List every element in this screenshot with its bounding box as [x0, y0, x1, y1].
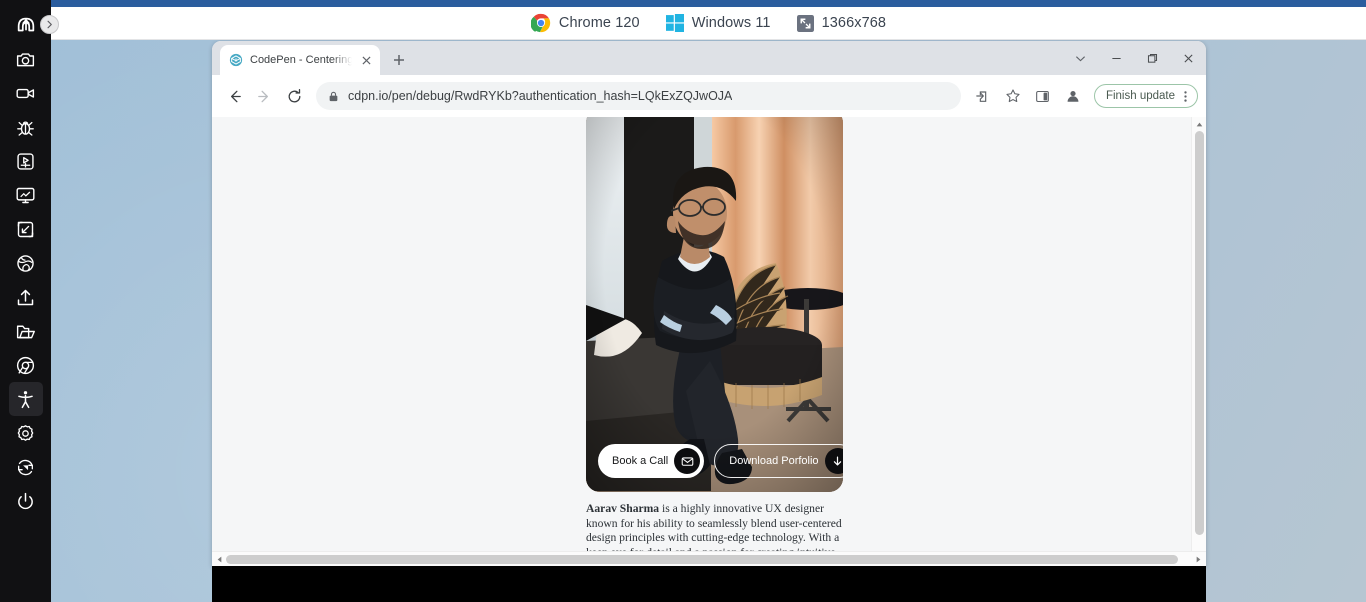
video-camera-icon [16, 88, 35, 98]
browser-info-chip: Chrome 120 [530, 13, 640, 33]
app-logo-icon [17, 17, 34, 32]
scroll-right-icon[interactable] [1191, 552, 1206, 566]
finish-update-button[interactable]: Finish update [1093, 84, 1198, 108]
scroll-left-icon[interactable] [212, 552, 227, 566]
star-icon[interactable] [999, 82, 1027, 110]
network-button[interactable] [9, 246, 43, 280]
debug-button[interactable] [9, 110, 43, 144]
download-portfolio-label: Download Porfolio [729, 455, 819, 467]
window-controls [1062, 41, 1206, 75]
hero-action-buttons: Book a Call Download Porfolio [598, 444, 843, 478]
hero-photo-card: Book a Call Download Porfolio [586, 117, 843, 492]
close-icon[interactable] [359, 53, 374, 68]
browser-info-label: Chrome 120 [558, 15, 640, 31]
book-a-call-button[interactable]: Book a Call [598, 444, 705, 478]
app-logo[interactable] [9, 8, 43, 42]
browser-window: CodePen - Centering Image in C [212, 41, 1206, 566]
portrait-photo [586, 117, 843, 492]
new-tab-button[interactable] [386, 47, 412, 73]
back-arrow-icon[interactable] [220, 82, 248, 110]
url-text[interactable]: cdpn.io/pen/debug/RwdRYKb?authentication… [348, 89, 732, 103]
vertical-scrollbar[interactable] [1191, 117, 1206, 566]
envelope-icon [674, 448, 701, 474]
upload-button[interactable] [9, 280, 43, 314]
address-bar[interactable]: cdpn.io/pen/debug/RwdRYKb?authentication… [316, 82, 961, 110]
finish-update-label: Finish update [1105, 90, 1175, 102]
display-button[interactable] [9, 178, 43, 212]
download-arrow-icon [824, 448, 843, 474]
codepen-favicon [229, 53, 243, 67]
chrome-icon [530, 13, 551, 33]
book-a-call-label: Book a Call [612, 455, 669, 467]
kebab-menu-icon[interactable] [1180, 90, 1191, 103]
browser-tab[interactable]: CodePen - Centering Image in C [220, 45, 380, 75]
close-window-icon[interactable] [1170, 41, 1206, 75]
screenshot-button[interactable] [9, 42, 43, 76]
profile-avatar-icon[interactable] [1059, 82, 1087, 110]
horizontal-scrollbar-thumb[interactable] [226, 555, 1178, 564]
bio-name: Aarav Sharma [586, 502, 660, 515]
os-info-header: Chrome 120 Windows 11 1366x768 [51, 7, 1366, 40]
files-button[interactable] [9, 314, 43, 348]
bug-icon [17, 121, 34, 136]
system-info-label: Windows 11 [691, 15, 771, 31]
record-video-button[interactable] [9, 76, 43, 110]
media-player-button[interactable] [9, 144, 43, 178]
restart-session-button[interactable] [9, 450, 43, 484]
power-icon [18, 492, 33, 509]
accessibility-button[interactable] [8, 382, 43, 416]
minimize-icon[interactable] [1098, 41, 1134, 75]
screen: Chrome 120 Windows 11 1366x768 CodePen -… [0, 0, 1366, 602]
top-accent-strip [0, 0, 1366, 7]
resize-window-button[interactable] [9, 212, 43, 246]
maximize-icon[interactable] [1134, 41, 1170, 75]
globe-icon [17, 254, 34, 272]
vertical-scrollbar-thumb[interactable] [1195, 131, 1204, 535]
share-icon[interactable] [969, 82, 997, 110]
camera-icon [16, 52, 35, 66]
chrome-icon [16, 356, 35, 374]
resolution-icon [796, 14, 814, 32]
folder-icon [16, 325, 35, 338]
resolution-info-label: 1366x768 [821, 15, 887, 31]
system-info-chip: Windows 11 [665, 14, 771, 32]
accessibility-icon [18, 390, 33, 408]
open-chrome-button[interactable] [9, 348, 43, 382]
upload-icon [17, 289, 34, 305]
resolution-info-chip: 1366x768 [796, 14, 887, 32]
forward-arrow-icon[interactable] [250, 82, 278, 110]
taskbar-area [212, 566, 1206, 602]
lock-icon[interactable] [328, 91, 339, 102]
gear-icon [17, 424, 34, 441]
chevron-down-icon[interactable] [1062, 41, 1098, 75]
media-player-icon [17, 152, 34, 170]
monitor-icon [16, 187, 35, 203]
rail-expand-button[interactable] [40, 15, 59, 34]
settings-button[interactable] [9, 416, 43, 450]
browser-toolbar: cdpn.io/pen/debug/RwdRYKb?authentication… [212, 75, 1206, 117]
sync-icon [18, 459, 33, 475]
tab-strip: CodePen - Centering Image in C [212, 41, 1206, 75]
page-viewport: Book a Call Download Porfolio Aarav Shar… [212, 117, 1206, 566]
scroll-up-icon[interactable] [1192, 117, 1206, 131]
chevron-right-icon [47, 20, 52, 29]
horizontal-scrollbar[interactable] [212, 551, 1206, 566]
download-portfolio-button[interactable]: Download Porfolio [714, 444, 843, 478]
tab-title: CodePen - Centering Image in C [250, 54, 352, 66]
tool-rail [0, 0, 51, 602]
windows-icon [665, 14, 684, 32]
power-button[interactable] [9, 484, 43, 518]
expand-icon [17, 221, 34, 237]
reload-icon[interactable] [280, 82, 308, 110]
side-panel-icon[interactable] [1029, 82, 1057, 110]
